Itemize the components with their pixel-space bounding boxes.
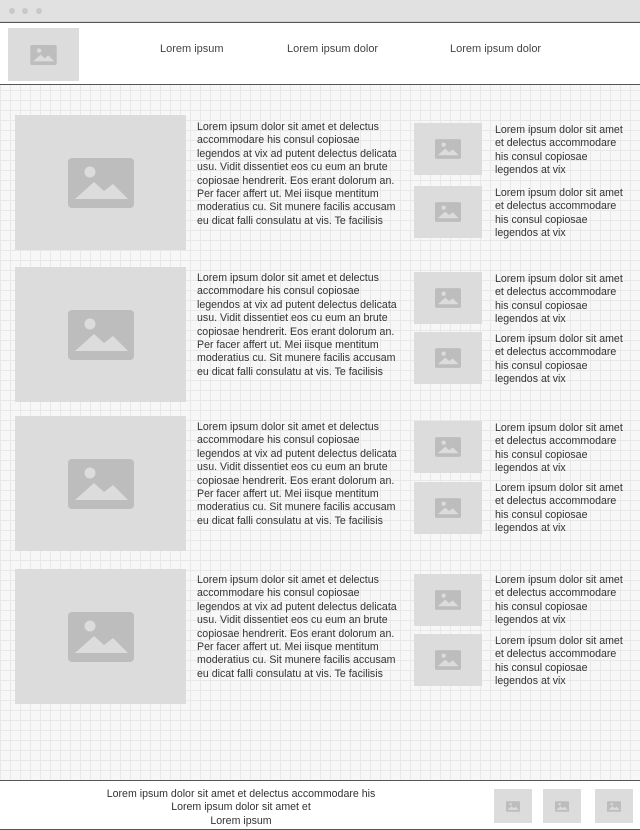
- side-image[interactable]: [414, 272, 482, 324]
- window-minimize-dot[interactable]: [22, 8, 28, 14]
- footer-image[interactable]: [494, 789, 532, 823]
- image-placeholder-icon: [435, 650, 461, 670]
- side-text: Lorem ipsum dolor sit amet et delectus a…: [495, 273, 623, 326]
- article-text: Lorem ipsum dolor sit amet et delectus a…: [197, 272, 397, 378]
- article-image[interactable]: [15, 115, 186, 250]
- image-placeholder-icon: [68, 459, 134, 509]
- image-placeholder-icon: [30, 45, 57, 65]
- nav-link-2[interactable]: Lorem ipsum dolor: [287, 43, 378, 55]
- image-placeholder-icon: [435, 590, 461, 610]
- image-placeholder-icon: [435, 202, 461, 222]
- side-text: Lorem ipsum dolor sit amet et delectus a…: [495, 333, 623, 386]
- side-text: Lorem ipsum dolor sit amet et delectus a…: [495, 124, 623, 177]
- article-image[interactable]: [15, 569, 186, 704]
- footer-image[interactable]: [543, 789, 581, 823]
- side-text: Lorem ipsum dolor sit amet et delectus a…: [495, 482, 623, 535]
- article-image[interactable]: [15, 416, 186, 551]
- window-maximize-dot[interactable]: [36, 8, 42, 14]
- image-placeholder-icon: [68, 158, 134, 208]
- image-placeholder-icon: [435, 498, 461, 518]
- image-placeholder-icon: [435, 139, 461, 159]
- window-titlebar: [0, 0, 640, 22]
- footer-line: Lorem ipsum: [210, 814, 272, 827]
- image-placeholder-icon: [607, 801, 621, 812]
- side-text: Lorem ipsum dolor sit amet et delectus a…: [495, 574, 623, 627]
- nav-link-1[interactable]: Lorem ipsum: [160, 43, 224, 55]
- side-image[interactable]: [414, 574, 482, 626]
- image-placeholder-icon: [68, 612, 134, 662]
- footer-line: Lorem ipsum dolor sit amet et delectus a…: [106, 788, 376, 800]
- article-text: Lorem ipsum dolor sit amet et delectus a…: [197, 121, 397, 227]
- window-close-dot[interactable]: [9, 8, 15, 14]
- image-placeholder-icon: [435, 437, 461, 457]
- side-image[interactable]: [414, 421, 482, 473]
- image-placeholder-icon: [68, 310, 134, 360]
- logo-placeholder[interactable]: [8, 28, 79, 81]
- side-text: Lorem ipsum dolor sit amet et delectus a…: [495, 635, 623, 688]
- article-text: Lorem ipsum dolor sit amet et delectus a…: [197, 421, 397, 527]
- footer-line: Lorem ipsum dolor sit amet et: [171, 801, 311, 814]
- image-placeholder-icon: [555, 801, 569, 812]
- side-image[interactable]: [414, 186, 482, 238]
- side-text: Lorem ipsum dolor sit amet et delectus a…: [495, 422, 623, 475]
- side-image[interactable]: [414, 634, 482, 686]
- image-placeholder-icon: [506, 801, 520, 812]
- article-text: Lorem ipsum dolor sit amet et delectus a…: [197, 574, 397, 680]
- site-header: Lorem ipsum Lorem ipsum dolor Lorem ipsu…: [0, 22, 640, 85]
- side-text: Lorem ipsum dolor sit amet et delectus a…: [495, 187, 623, 240]
- side-image[interactable]: [414, 123, 482, 175]
- article-image[interactable]: [15, 267, 186, 402]
- nav-link-3[interactable]: Lorem ipsum dolor: [450, 43, 541, 55]
- side-image[interactable]: [414, 482, 482, 534]
- footer-text: Lorem ipsum dolor sit amet et delectus a…: [86, 788, 396, 828]
- site-footer: Lorem ipsum dolor sit amet et delectus a…: [0, 780, 640, 830]
- image-placeholder-icon: [435, 348, 461, 368]
- footer-image[interactable]: [595, 789, 633, 823]
- image-placeholder-icon: [435, 288, 461, 308]
- side-image[interactable]: [414, 332, 482, 384]
